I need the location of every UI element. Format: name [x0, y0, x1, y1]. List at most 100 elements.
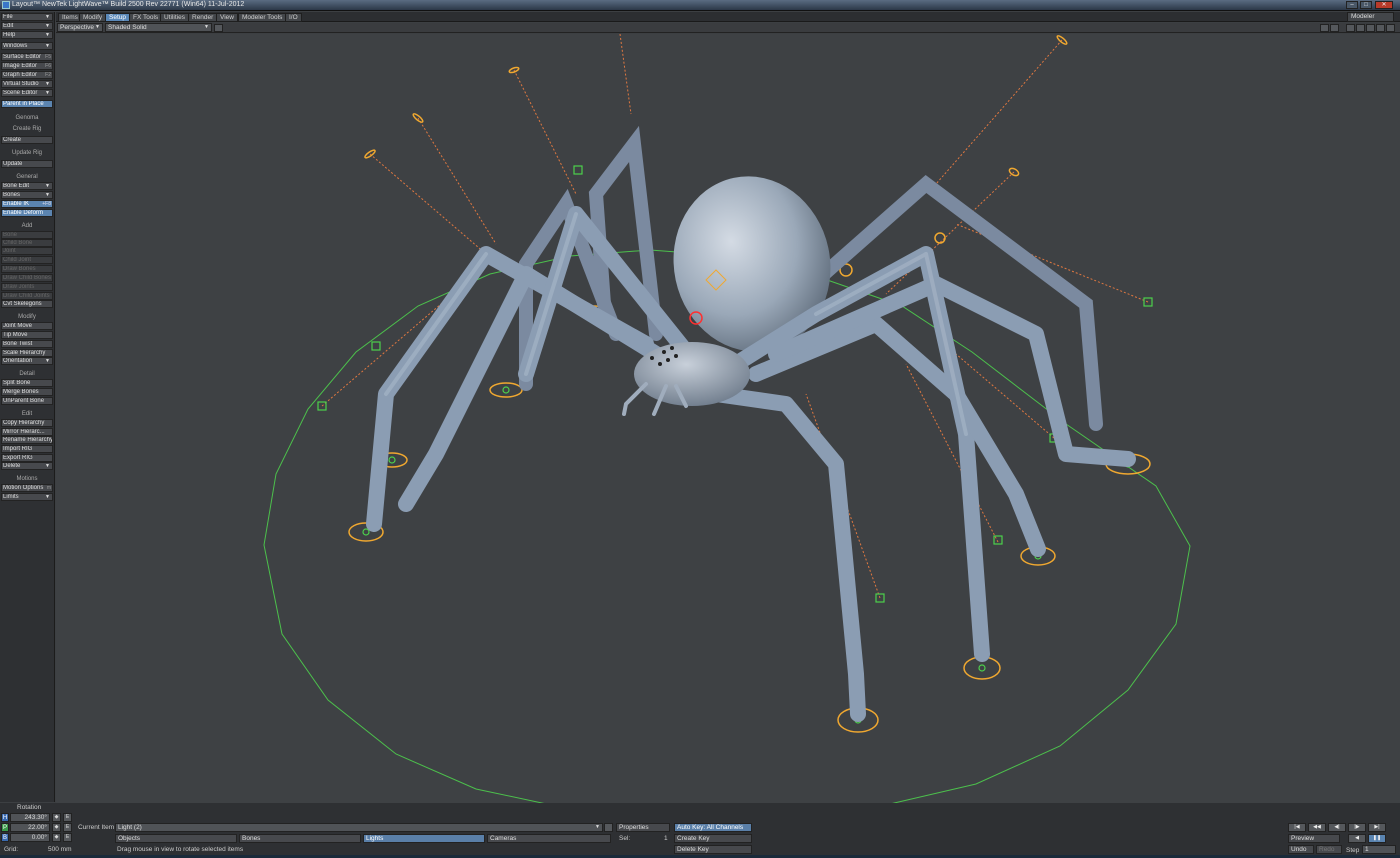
- rename-hierarchy-button[interactable]: Rename Hierarchy: [1, 436, 53, 444]
- pause-icon[interactable]: ❚❚: [1368, 834, 1386, 843]
- tab-fx-tools[interactable]: FX Tools: [129, 13, 163, 22]
- child-bone-button[interactable]: Child Bone: [1, 239, 53, 247]
- zoom-view-icon[interactable]: [1366, 24, 1375, 32]
- joint-move-button[interactable]: Joint Move: [1, 322, 53, 330]
- key-icon[interactable]: ◆: [52, 833, 61, 842]
- bone-button[interactable]: Bone: [1, 231, 53, 239]
- list-icon[interactable]: [1320, 24, 1329, 32]
- motion-options-button[interactable]: Motion Options m: [1, 484, 53, 492]
- delete-key-button[interactable]: Delete Key: [674, 845, 752, 854]
- tab-setup[interactable]: Setup: [105, 13, 130, 22]
- draw-joints-button[interactable]: Draw Joints: [1, 283, 53, 291]
- copy-hierarchy-button[interactable]: Copy Hierarchy: [1, 419, 53, 427]
- key-icon[interactable]: ◆: [52, 813, 61, 822]
- maximize-icon[interactable]: □: [1360, 1, 1372, 9]
- bones-button[interactable]: Bones: [239, 834, 361, 843]
- bone-edit-menu[interactable]: Bone Edit ▼: [1, 182, 53, 190]
- spider-model[interactable]: [366, 125, 1136, 722]
- options-icon[interactable]: [214, 24, 223, 32]
- prev-key-icon[interactable]: ◀◀: [1308, 823, 1326, 832]
- envelope-icon[interactable]: E: [63, 833, 72, 842]
- pitch-button[interactable]: P: [1, 823, 9, 832]
- draw-bones-button[interactable]: Draw Bones: [1, 265, 53, 273]
- enable-ik-toggle[interactable]: Enable IK +F8: [1, 200, 53, 208]
- image-editor-button[interactable]: Image Editor F6: [1, 62, 53, 70]
- unparent-bone-button[interactable]: UnParent Bone: [1, 397, 53, 405]
- render-mode-dropdown[interactable]: Shaded Solid ▼: [105, 23, 212, 32]
- play-reverse-icon[interactable]: ◀: [1348, 834, 1366, 843]
- orientation-menu[interactable]: Orientation ▼: [1, 357, 53, 365]
- windows-menu[interactable]: Windows ▼: [1, 42, 53, 50]
- enable-deform-toggle[interactable]: Enable Deform: [1, 209, 53, 217]
- draw-child-bones-button[interactable]: Draw Child Bones: [1, 274, 53, 282]
- spider-rig-scene[interactable]: [56, 34, 1400, 804]
- tab-render[interactable]: Render: [188, 13, 218, 22]
- next-frame-icon[interactable]: |▶: [1348, 823, 1366, 832]
- delete-menu[interactable]: Delete ▼: [1, 462, 53, 470]
- bones-menu[interactable]: Bones ▼: [1, 191, 53, 199]
- auto-key-toggle[interactable]: Auto Key: All Channels: [674, 823, 752, 832]
- heading-button[interactable]: H: [1, 813, 9, 822]
- tab-utilities[interactable]: Utilities: [160, 13, 189, 22]
- tab-modify[interactable]: Modify: [79, 13, 107, 22]
- help-menu[interactable]: Help ▼: [1, 31, 53, 39]
- first-frame-icon[interactable]: |◀: [1288, 823, 1306, 832]
- tab-modeler-tools[interactable]: Modeler Tools: [238, 13, 287, 22]
- minimize-icon[interactable]: –: [1346, 1, 1358, 9]
- update-button[interactable]: Update: [1, 160, 53, 168]
- close-icon[interactable]: ✕: [1375, 1, 1393, 9]
- split-bone-button[interactable]: Split Bone: [1, 379, 53, 387]
- undo-button[interactable]: Undo: [1288, 845, 1314, 854]
- limits-menu[interactable]: Limits ▼: [1, 493, 53, 501]
- surface-editor-button[interactable]: Surface Editor F5: [1, 53, 53, 61]
- create-key-button[interactable]: Create Key: [674, 834, 752, 843]
- envelope-icon[interactable]: E: [63, 823, 72, 832]
- joint-button[interactable]: Joint: [1, 247, 53, 255]
- cvt-skelegons-button[interactable]: Cvt Skelegons: [1, 300, 53, 308]
- redo-button[interactable]: Redo: [1316, 845, 1342, 854]
- key-icon[interactable]: ◆: [52, 823, 61, 832]
- view-mode-dropdown[interactable]: Perspective ▼: [57, 23, 103, 32]
- graph-editor-button[interactable]: Graph Editor F2: [1, 71, 53, 79]
- preview-dropdown[interactable]: Preview: [1288, 834, 1340, 843]
- heading-field[interactable]: 243.30°: [10, 813, 50, 822]
- mirror-hierarchy-button[interactable]: Mirror Hierarc...: [1, 428, 53, 436]
- properties-button[interactable]: Properties: [616, 823, 670, 832]
- objects-button[interactable]: Objects: [115, 834, 237, 843]
- envelope-icon[interactable]: E: [63, 813, 72, 822]
- cameras-button[interactable]: Cameras: [487, 834, 611, 843]
- tip-move-button[interactable]: Tip Move: [1, 331, 53, 339]
- layout-icon[interactable]: [1330, 24, 1339, 32]
- parent-in-place-toggle[interactable]: Parent in Place: [1, 100, 53, 108]
- scale-hierarchy-button[interactable]: Scale Hierarchy: [1, 349, 53, 357]
- last-frame-icon[interactable]: ▶|: [1368, 823, 1386, 832]
- pitch-field[interactable]: 22.00°: [10, 823, 50, 832]
- tab-view[interactable]: View: [216, 13, 238, 22]
- chevron-down-icon: ▼: [45, 192, 50, 198]
- merge-bones-button[interactable]: Merge Bones: [1, 388, 53, 396]
- tab-io[interactable]: I/O: [285, 13, 302, 22]
- modeler-button[interactable]: Modeler: [1347, 12, 1394, 22]
- move-view-icon[interactable]: [1346, 24, 1355, 32]
- child-joint-button[interactable]: Child Joint: [1, 256, 53, 264]
- maximize-view-icon[interactable]: [1386, 24, 1395, 32]
- bank-button[interactable]: B: [1, 833, 9, 842]
- virtual-studio-menu[interactable]: Virtual Studio ▼: [1, 80, 53, 88]
- import-rig-button[interactable]: Import RIG: [1, 445, 53, 453]
- current-item-dropdown[interactable]: Light (2) ▼: [115, 823, 603, 832]
- create-button[interactable]: Create: [1, 136, 53, 144]
- fit-view-icon[interactable]: [1376, 24, 1385, 32]
- lights-button[interactable]: Lights: [363, 834, 485, 843]
- draw-child-joints-button[interactable]: Draw Child Joints: [1, 292, 53, 300]
- file-menu[interactable]: File ▼: [1, 13, 53, 21]
- perspective-viewport[interactable]: [56, 34, 1400, 804]
- item-properties-icon[interactable]: [604, 823, 613, 832]
- scene-editor-menu[interactable]: Scene Editor ▼: [1, 89, 53, 97]
- export-rig-button[interactable]: Export RIG: [1, 454, 53, 462]
- step-field[interactable]: 1: [1362, 845, 1396, 854]
- edit-menu[interactable]: Edit ▼: [1, 22, 53, 30]
- bank-field[interactable]: 0.00°: [10, 833, 50, 842]
- rotate-view-icon[interactable]: [1356, 24, 1365, 32]
- bone-twist-button[interactable]: Bone Twist: [1, 340, 53, 348]
- prev-frame-icon[interactable]: ◀|: [1328, 823, 1346, 832]
